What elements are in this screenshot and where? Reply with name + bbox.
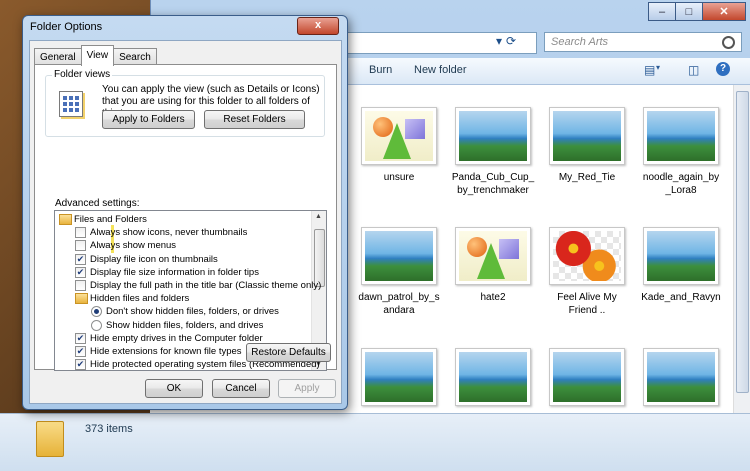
folder-icon xyxy=(36,421,64,457)
restore-defaults-button[interactable]: Restore Defaults xyxy=(246,343,331,362)
ok-button[interactable]: OK xyxy=(145,379,203,398)
search-icon[interactable] xyxy=(722,36,735,49)
minimize-button[interactable]: – xyxy=(648,2,676,21)
list-item[interactable] xyxy=(353,348,445,406)
checkbox[interactable] xyxy=(75,227,86,239)
scroll-up-icon[interactable]: ▲ xyxy=(315,213,322,220)
item-count: 373 items xyxy=(85,423,133,435)
list-item[interactable]: Kade_and_Ravyn xyxy=(635,227,727,304)
item-label: unsure xyxy=(383,172,415,183)
chevron-down-icon[interactable]: ▾ xyxy=(656,63,670,75)
item-label: dawn_patrol_by_s andara xyxy=(358,292,440,316)
radio-button[interactable] xyxy=(91,319,102,331)
cancel-button[interactable]: Cancel xyxy=(212,379,270,398)
reset-folders-button[interactable]: Reset Folders xyxy=(204,110,305,129)
setting-label: Hidden files and folders xyxy=(90,293,190,305)
folder-icon xyxy=(75,293,88,305)
apply-to-folders-button[interactable]: Apply to Folders xyxy=(102,110,195,129)
thumbnail-image xyxy=(549,107,625,165)
list-item[interactable]: My_Red_Tie xyxy=(541,107,633,184)
setting-label: Display the full path in the title bar (… xyxy=(90,280,322,291)
setting-label: Always show menus xyxy=(90,240,177,252)
list-item[interactable]: hate2 xyxy=(447,227,539,304)
radio-button[interactable] xyxy=(91,306,102,318)
checkbox[interactable]: ✔ xyxy=(75,346,86,357)
search-placeholder: Search Arts xyxy=(551,36,609,48)
setting-label: Always show icons, never thumbnails xyxy=(90,227,248,239)
folder-icon xyxy=(59,214,72,225)
list-item[interactable] xyxy=(635,348,727,406)
setting-label: Don't show hidden files, folders, or dri… xyxy=(106,306,279,318)
setting-label: Display file icon on thumbnails xyxy=(90,253,218,265)
view-tab-page: Folder views You can apply the view (suc… xyxy=(34,64,337,371)
list-item[interactable]: Feel Alive My Friend .. xyxy=(541,227,633,317)
preview-pane-icon[interactable]: ◫ xyxy=(688,63,702,77)
list-item[interactable] xyxy=(447,348,539,406)
help-icon[interactable]: ? xyxy=(716,62,730,76)
tab-strip: General View Search xyxy=(34,45,157,66)
thumbnail-image xyxy=(455,227,531,285)
item-label: hate2 xyxy=(480,292,506,303)
setting-label: Hide extensions for known file types xyxy=(90,346,242,357)
dropdown-icon[interactable]: ▾ xyxy=(496,34,502,48)
checkbox[interactable] xyxy=(75,280,86,291)
vertical-scrollbar[interactable] xyxy=(733,85,750,413)
setting-label: Hide empty drives in the Computer folder xyxy=(90,332,263,344)
refresh-icon[interactable]: ⟳ xyxy=(506,34,516,48)
dialog-title: Folder Options xyxy=(30,21,103,33)
item-label: Panda_Cub_Cup_ by_trenchmaker xyxy=(451,172,535,196)
item-label: My_Red_Tie xyxy=(558,172,616,183)
dialog-close-button[interactable]: x xyxy=(297,17,339,35)
thumbnail-image xyxy=(643,227,719,285)
list-item[interactable]: dawn_patrol_by_s andara xyxy=(353,227,445,317)
folder-views-group: Folder views You can apply the view (suc… xyxy=(45,69,325,137)
setting-label: Display file size information in folder … xyxy=(90,266,259,278)
checkbox[interactable] xyxy=(75,240,86,252)
checkbox[interactable]: ✔ xyxy=(75,332,86,344)
list-item[interactable]: Panda_Cub_Cup_ by_trenchmaker xyxy=(447,107,539,197)
close-button[interactable]: ✕ xyxy=(702,2,746,21)
thumbnail-image xyxy=(361,107,437,165)
thumbnail-image xyxy=(643,107,719,165)
new-folder-button[interactable]: New folder xyxy=(414,64,467,76)
item-label: noodle_again_by _Lora8 xyxy=(642,172,720,196)
thumbnail-image xyxy=(455,107,531,165)
tab-view[interactable]: View xyxy=(80,45,115,66)
apply-button[interactable]: Apply xyxy=(278,379,336,398)
search-input[interactable]: Search Arts xyxy=(544,32,742,52)
status-bar: 373 items xyxy=(0,413,750,471)
checkbox[interactable]: ✔ xyxy=(75,266,86,278)
folder-views-icon xyxy=(59,91,83,117)
scroll-thumb[interactable] xyxy=(736,91,749,393)
address-buttons: ▾ ⟳ xyxy=(496,34,516,48)
list-item[interactable] xyxy=(541,348,633,406)
thumbnail-image xyxy=(361,227,437,285)
setting-label: Show hidden files, folders, and drives xyxy=(106,319,264,331)
list-item[interactable]: unsure xyxy=(353,107,445,184)
window-caption-buttons: – □ ✕ xyxy=(648,2,746,21)
dialog-body: General View Search Folder views You can… xyxy=(29,40,342,404)
advanced-settings-label: Advanced settings: xyxy=(55,198,140,209)
item-label: Feel Alive My Friend .. xyxy=(557,292,617,316)
folder-options-dialog: Folder Options x General View Search Fol… xyxy=(22,15,348,410)
burn-button[interactable]: Burn xyxy=(369,64,392,76)
thumbnail-image xyxy=(549,227,625,285)
checkbox[interactable]: ✔ xyxy=(75,253,86,265)
maximize-button[interactable]: □ xyxy=(675,2,703,21)
list-item[interactable]: noodle_again_by _Lora8 xyxy=(635,107,727,197)
folder-views-title: Folder views xyxy=(52,69,113,80)
item-label: Kade_and_Ravyn xyxy=(641,292,721,303)
checkbox[interactable]: ✔ xyxy=(75,359,86,370)
setting-label: Files and Folders xyxy=(74,214,147,225)
